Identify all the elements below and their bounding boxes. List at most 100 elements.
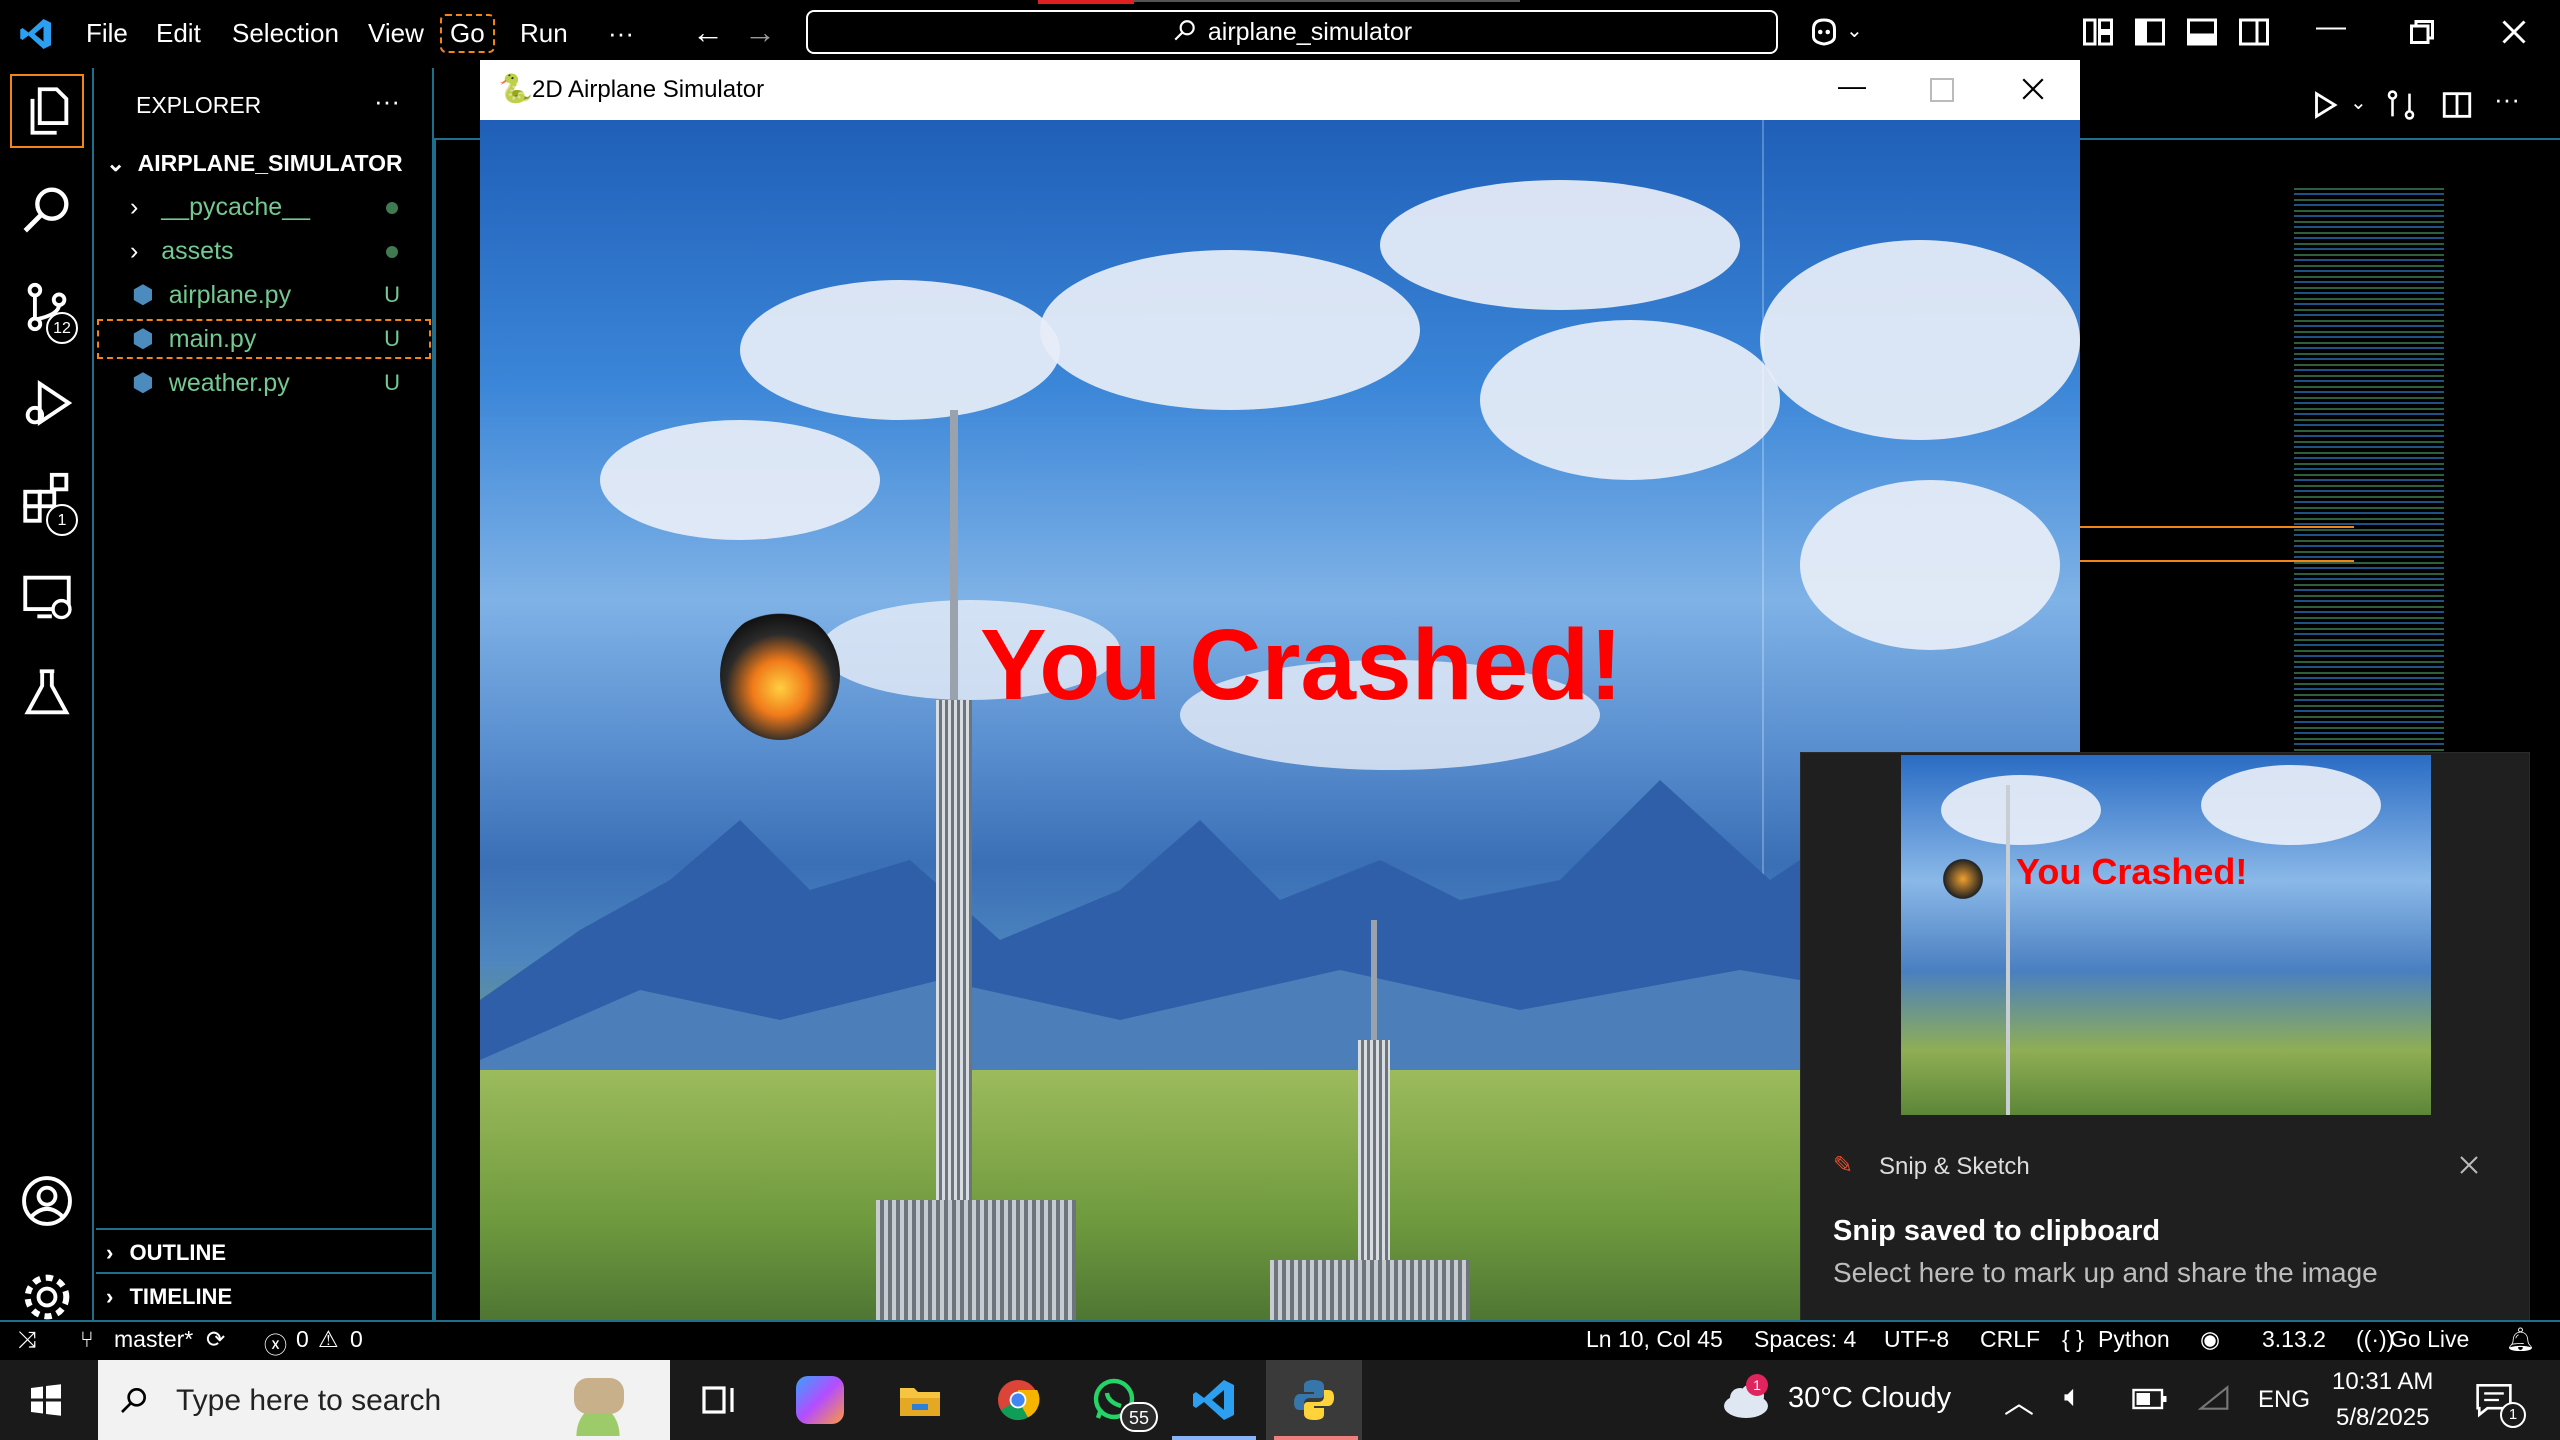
game-minimize-icon[interactable]: — bbox=[1838, 70, 1866, 102]
cursor-position[interactable]: Ln 10, Col 45 bbox=[1586, 1326, 1723, 1353]
settings-gear-icon[interactable] bbox=[18, 1268, 76, 1326]
input-language[interactable]: ENG bbox=[2258, 1386, 2310, 1414]
chevron-right-icon: › bbox=[130, 237, 139, 265]
minimap[interactable] bbox=[2294, 188, 2444, 808]
copilot-status-icon[interactable]: ◉ bbox=[2200, 1326, 2220, 1353]
python-version[interactable]: 3.13.2 bbox=[2262, 1326, 2326, 1353]
vscode-taskbar-icon[interactable] bbox=[1190, 1376, 1238, 1424]
python-file-icon: ⬢ bbox=[132, 325, 154, 353]
menu-file[interactable]: File bbox=[78, 14, 136, 53]
testing-flask-icon[interactable] bbox=[18, 664, 76, 722]
outline-section[interactable]: › OUTLINE bbox=[96, 1232, 432, 1274]
menu-more[interactable]: ··· bbox=[600, 14, 642, 53]
chevron-right-icon: › bbox=[106, 1284, 114, 1309]
editor-more-actions[interactable]: ··· bbox=[2494, 84, 2520, 115]
toggle-primary-sidebar-icon[interactable] bbox=[2132, 14, 2168, 50]
weather-badge: 1 bbox=[1746, 1374, 1768, 1396]
branch-icon[interactable]: ⑂ bbox=[80, 1326, 94, 1353]
compare-changes-icon[interactable] bbox=[2384, 88, 2418, 122]
restore-icon[interactable] bbox=[2404, 14, 2440, 50]
toggle-secondary-sidebar-icon[interactable] bbox=[2236, 14, 2272, 50]
indentation[interactable]: Spaces: 4 bbox=[1754, 1326, 1856, 1353]
battery-icon[interactable] bbox=[2132, 1386, 2168, 1412]
menu-edit[interactable]: Edit bbox=[148, 14, 209, 53]
search-text: airplane_simulator bbox=[1207, 18, 1413, 46]
chevron-down-icon[interactable]: ⌄ bbox=[1846, 18, 1863, 43]
snip-notification[interactable]: You Crashed! ✎ Snip & Sketch Snip saved … bbox=[1800, 752, 2530, 1334]
whatsapp-badge: 55 bbox=[1120, 1402, 1158, 1432]
menu-view[interactable]: View bbox=[360, 14, 432, 53]
remote-explorer-icon[interactable] bbox=[18, 568, 76, 626]
warning-count[interactable]: 0 bbox=[350, 1326, 363, 1353]
chevron-down-icon[interactable]: ⌄ bbox=[2350, 90, 2367, 115]
minimize-icon[interactable]: — bbox=[2316, 10, 2346, 44]
wifi-icon[interactable] bbox=[2198, 1382, 2230, 1414]
python-active-indicator bbox=[1274, 1436, 1358, 1440]
sync-icon[interactable]: ⟳ bbox=[206, 1326, 225, 1353]
snip-thumbnail[interactable]: You Crashed! bbox=[1901, 755, 2431, 1115]
second-tower-base bbox=[1270, 1260, 1470, 1320]
encoding[interactable]: UTF-8 bbox=[1884, 1326, 1949, 1353]
chrome-icon[interactable] bbox=[994, 1376, 1042, 1424]
scm-badge: 12 bbox=[46, 312, 78, 344]
timeline-section[interactable]: › TIMELINE bbox=[96, 1276, 432, 1318]
go-live-button[interactable]: Go Live bbox=[2390, 1326, 2469, 1353]
end-of-line[interactable]: CRLF bbox=[1980, 1326, 2040, 1353]
notifications-bell-icon[interactable]: 🔔︎ bbox=[2506, 1326, 2535, 1353]
tree-item-airplane-py[interactable]: ⬢ airplane.py U bbox=[96, 274, 432, 316]
show-hidden-icons-chevron-icon[interactable]: ︿ bbox=[2004, 1378, 2034, 1422]
menu-run[interactable]: Run bbox=[512, 14, 576, 53]
tree-item-main-py[interactable]: ⬢ main.py U bbox=[96, 318, 432, 360]
copilot-app-icon[interactable] bbox=[796, 1376, 844, 1424]
vscode-active-indicator bbox=[1172, 1436, 1256, 1440]
clock-date[interactable]: 5/8/2025 bbox=[2336, 1404, 2429, 1432]
language-mode[interactable]: Python bbox=[2098, 1326, 2170, 1353]
activity-bar: 12 1 bbox=[0, 68, 94, 1320]
search-icon bbox=[1174, 20, 1195, 41]
thumb-explosion bbox=[1941, 855, 1985, 903]
tree-item-weather-py[interactable]: ⬢ weather.py U bbox=[96, 362, 432, 404]
forward-arrow-icon[interactable]: → bbox=[744, 14, 776, 51]
copilot-icon[interactable] bbox=[1806, 14, 1842, 50]
notification-count-badge: 1 bbox=[2500, 1402, 2526, 1428]
error-count[interactable]: 0 bbox=[296, 1326, 309, 1353]
game-close-icon[interactable] bbox=[2020, 76, 2046, 102]
close-icon[interactable] bbox=[2496, 14, 2532, 50]
panel-divider bbox=[96, 1228, 432, 1230]
run-debug-icon[interactable] bbox=[18, 374, 76, 432]
explorer-more-button[interactable]: ··· bbox=[374, 86, 400, 117]
customize-layout-icon[interactable] bbox=[2080, 14, 2116, 50]
chevron-down-icon: ⌄ bbox=[106, 150, 126, 176]
menu-go[interactable]: Go bbox=[440, 14, 495, 53]
toast-close-icon[interactable] bbox=[2457, 1153, 2481, 1177]
search-icon[interactable] bbox=[18, 180, 76, 238]
branch-name[interactable]: master* bbox=[114, 1326, 193, 1353]
windows-start-icon[interactable] bbox=[28, 1382, 64, 1418]
task-view-icon[interactable] bbox=[696, 1376, 744, 1424]
python-taskbar-icon[interactable] bbox=[1290, 1376, 1338, 1424]
clock-time[interactable]: 10:31 AM bbox=[2332, 1368, 2433, 1396]
file-explorer-icon[interactable] bbox=[896, 1376, 944, 1424]
toggle-panel-icon[interactable] bbox=[2184, 14, 2220, 50]
broadcast-icon: ((·)) bbox=[2356, 1326, 2395, 1352]
tree-item-assets[interactable]: › assets bbox=[96, 230, 432, 272]
back-arrow-icon[interactable]: ← bbox=[692, 14, 724, 51]
game-maximize-icon[interactable] bbox=[1930, 78, 1954, 102]
menu-selection[interactable]: Selection bbox=[224, 14, 347, 53]
tree-item-pycache[interactable]: › __pycache__ bbox=[96, 186, 432, 228]
toast-body: Select here to mark up and share the ima… bbox=[1833, 1257, 2378, 1288]
accent-strip bbox=[1038, 0, 1134, 4]
taskbar-search-box[interactable]: Type here to search bbox=[98, 1360, 670, 1440]
command-center-search[interactable]: airplane_simulator bbox=[806, 10, 1778, 54]
weather-text[interactable]: 30°C Cloudy bbox=[1788, 1382, 1951, 1415]
accounts-icon[interactable] bbox=[18, 1172, 76, 1230]
workspace-root[interactable]: ⌄ AIRPLANE_SIMULATOR bbox=[96, 142, 432, 184]
explorer-files-icon[interactable] bbox=[18, 82, 76, 140]
run-python-file-icon[interactable] bbox=[2308, 88, 2342, 122]
modified-dot-icon bbox=[386, 202, 398, 214]
warning-icon[interactable]: ⚠ bbox=[318, 1326, 339, 1353]
error-icon[interactable]: ⓧ bbox=[264, 1326, 287, 1360]
split-editor-icon[interactable] bbox=[2440, 88, 2474, 122]
volume-icon[interactable]: 🔈︎ bbox=[2064, 1380, 2082, 1414]
remote-indicator-icon[interactable]: ⤨ bbox=[18, 1326, 36, 1353]
